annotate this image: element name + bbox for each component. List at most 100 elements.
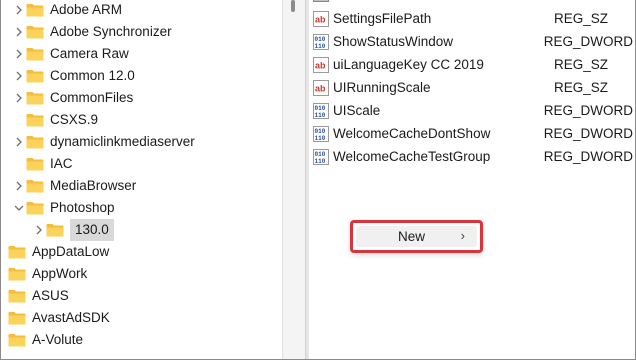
tree-item-label: AvastAdSDK [32,310,110,325]
registry-value-row[interactable]: ab UIRunningScale REG_SZ [313,76,633,99]
svg-text:ab: ab [315,60,326,70]
new-menu-label: New [398,229,426,244]
svg-text:010: 010 [315,151,326,158]
partially-hidden-row [313,0,633,4]
expand-chevron-icon[interactable] [12,175,26,197]
tree-item[interactable]: AppDataLow [1,241,109,263]
string-value-icon: ab [313,10,329,27]
registry-value-row[interactable]: 010 110 UIScale REG_DWORD [313,99,633,122]
dword-value-icon: 010 110 [313,33,329,50]
folder-icon [26,201,44,215]
folder-icon [26,179,44,193]
tree-item-label: ASUS [32,288,69,303]
registry-value-row[interactable]: 010 110 WelcomeCacheDontShow REG_DWORD [313,122,633,145]
folder-icon [26,113,44,127]
tree-item-label: IAC [50,156,73,171]
value-name: WelcomeCacheDontShow [333,126,491,141]
tree-item-label: 130.0 [70,219,114,241]
value-type: REG_DWORD [543,126,633,141]
value-type: REG_SZ [554,80,609,95]
tree-item[interactable]: CommonFiles [12,87,133,109]
value-type: REG_SZ [554,57,609,72]
tree-item[interactable]: ASUS [1,285,69,307]
svg-text:110: 110 [315,158,326,165]
submenu-arrow-icon: › [460,228,465,243]
expand-chevron-icon[interactable] [12,131,26,153]
folder-icon [8,333,26,347]
svg-text:110: 110 [315,135,326,142]
tree-item[interactable]: Photoshop [12,197,115,219]
tree-item[interactable]: MediaBrowser [12,175,136,197]
value-name: WelcomeCacheTestGroup [333,149,491,164]
scrollbar-thumb[interactable] [291,0,295,12]
tree-scrollbar[interactable] [282,0,305,359]
svg-text:010: 010 [315,128,326,135]
tree-item[interactable]: IAC [12,153,73,175]
tree-item[interactable]: dynamiclinkmediaserver [12,131,195,153]
tree-item[interactable]: CSXS.9 [12,109,98,131]
folder-icon [26,69,44,83]
folder-icon [8,245,26,259]
folder-icon [26,25,44,39]
expand-chevron-icon[interactable] [32,219,46,241]
folder-icon [26,157,44,171]
partial-row-icon [313,0,329,2]
tree-item[interactable]: Adobe ARM [12,0,122,21]
value-type: REG_DWORD [543,34,633,49]
svg-text:110: 110 [315,112,326,119]
dword-value-icon: 010 110 [313,125,329,142]
value-name: SettingsFilePath [333,11,432,26]
registry-value-row[interactable]: 010 110 WelcomeCacheTestGroup REG_DWORD [313,145,633,168]
folder-icon [8,267,26,281]
string-value-icon: ab [313,79,329,96]
svg-text:ab: ab [315,83,326,93]
dword-value-icon: 010 110 [313,148,329,165]
dword-value-icon: 010 110 [313,102,329,119]
value-type: REG_SZ [554,11,609,26]
tree-item-label: CSXS.9 [50,112,99,127]
tree-item[interactable]: 130.0 [32,219,114,241]
folder-icon [26,135,44,149]
string-value-icon: ab [313,56,329,73]
tree-item-label: A-Volute [32,332,84,347]
expand-chevron-icon[interactable] [12,87,26,109]
tree-item[interactable]: Adobe Synchronizer [12,21,172,43]
value-name: UIRunningScale [333,80,431,95]
tree-item[interactable]: Camera Raw [12,43,129,65]
expand-chevron-icon[interactable] [12,43,26,65]
expand-chevron-icon[interactable] [12,21,26,43]
tree-item-label: Camera Raw [50,46,129,61]
tree-item-label: Photoshop [50,200,115,215]
tree-item[interactable]: AppWork [1,263,87,285]
tree-item-label: Adobe ARM [50,2,123,17]
tree-item[interactable]: Common 12.0 [12,65,135,87]
tree-item-label: MediaBrowser [50,178,137,193]
value-name: UIScale [333,103,381,118]
registry-value-row[interactable]: 010 110 ShowStatusWindow REG_DWORD [313,30,633,53]
collapse-chevron-icon[interactable] [12,197,26,219]
tree-item-label: dynamiclinkmediaserver [50,134,195,149]
expand-chevron-icon[interactable] [12,0,26,21]
value-type: REG_DWORD [543,103,633,118]
tree-item-label: AppWork [32,266,88,281]
expand-chevron-icon[interactable] [12,65,26,87]
folder-icon [8,289,26,303]
registry-value-row[interactable]: ab SettingsFilePath REG_SZ [313,7,633,30]
tree-item-label: CommonFiles [50,90,134,105]
context-menu-new-item[interactable]: New › [356,226,477,247]
tree-item[interactable]: A-Volute [1,329,83,351]
value-name: ShowStatusWindow [333,34,454,49]
folder-icon [26,3,44,17]
registry-value-row[interactable]: ab uiLanguageKey CC 2019 REG_SZ [313,53,633,76]
svg-text:010: 010 [315,36,326,43]
folder-icon [26,47,44,61]
tree-item-label: Adobe Synchronizer [50,24,172,39]
tree-item[interactable]: AvastAdSDK [1,307,110,329]
value-name: uiLanguageKey CC 2019 [333,57,484,72]
folder-icon [46,223,64,237]
svg-text:010: 010 [315,105,326,112]
